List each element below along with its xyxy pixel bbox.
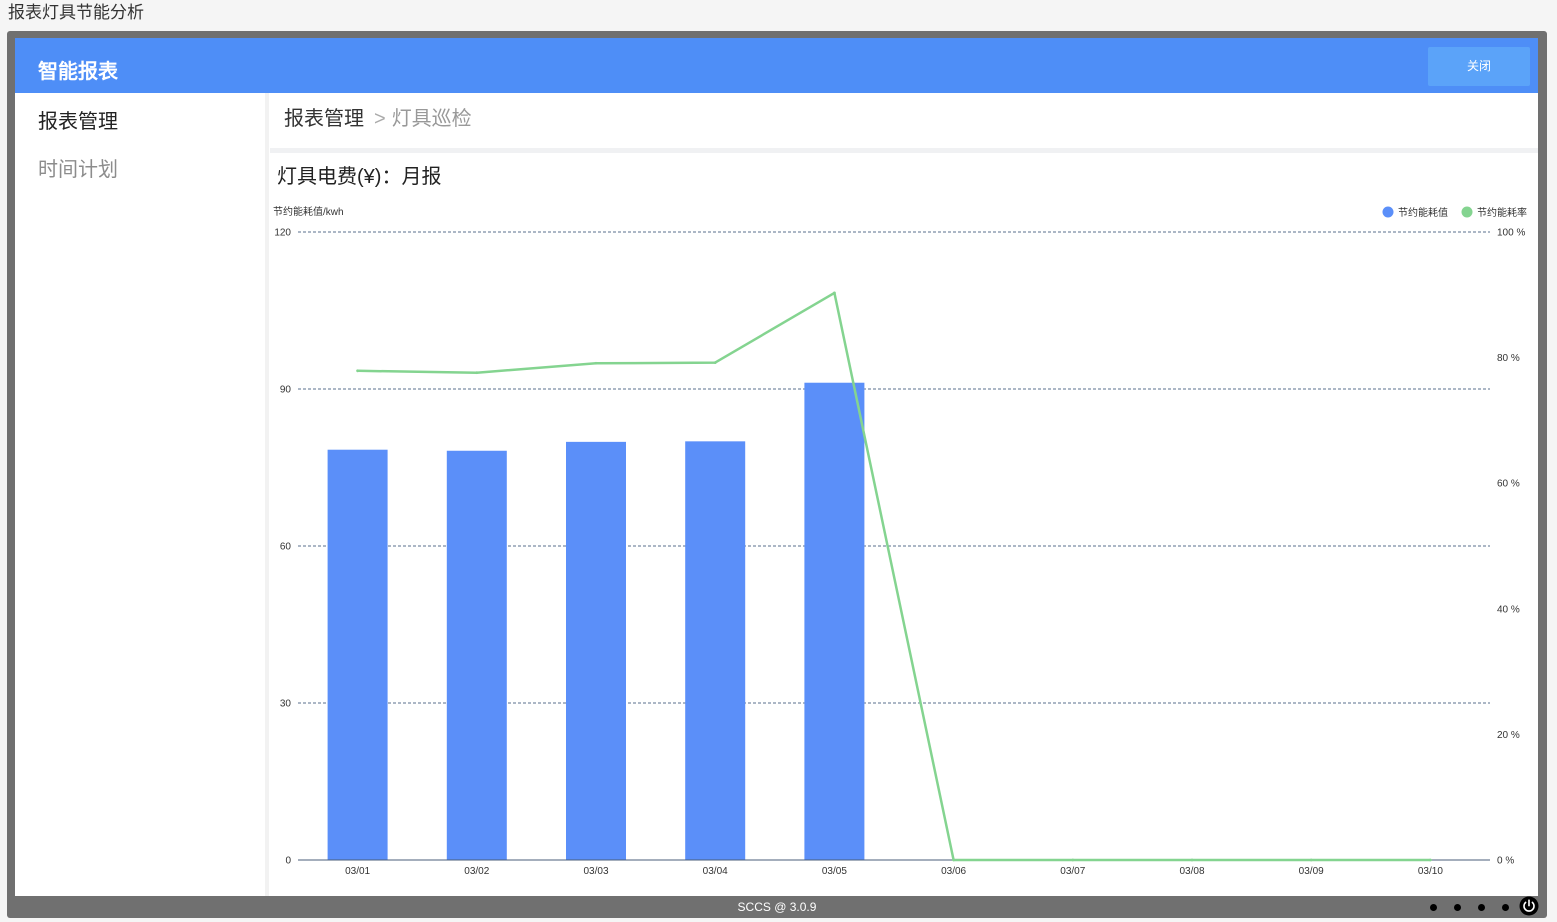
status-dot-icon [1453, 903, 1461, 911]
y-tick-label: 120 [274, 228, 291, 239]
page-title: 报表灯具节能分析 [8, 3, 144, 22]
x-tick-label: 03/04 [703, 866, 728, 877]
line-point [1309, 858, 1313, 862]
legend-marker [1382, 206, 1394, 218]
y-axis-title: 节约能耗值/kwh [273, 205, 344, 218]
line-point [475, 371, 479, 375]
window-header: 智能报表 关闭 [15, 38, 1538, 93]
y-tick-label: 30 [280, 699, 292, 710]
line-point [713, 361, 717, 365]
line-point [356, 369, 359, 373]
y2-tick-label: 0 % [1497, 856, 1514, 867]
legend-label: 节约能耗值 [1398, 206, 1448, 219]
breadcrumb: 报表管理 > 灯具巡检 [284, 105, 472, 133]
sidebar-divider [265, 93, 269, 896]
y2-tick-label: 80 % [1497, 353, 1520, 364]
power-icon[interactable] [1519, 896, 1539, 916]
legend-label: 节约能耗率 [1477, 206, 1527, 219]
close-button[interactable]: 关闭 [1428, 47, 1530, 86]
bar [566, 441, 626, 860]
x-tick-label: 03/05 [822, 866, 847, 877]
line-point [1071, 858, 1075, 862]
status-dot-icon [1501, 903, 1509, 911]
legend-marker [1461, 206, 1473, 218]
line-point [1190, 858, 1194, 862]
series-line [357, 291, 1431, 862]
sidebar-item-report-management[interactable]: 报表管理 [38, 108, 118, 136]
x-tick-label: 03/10 [1418, 866, 1443, 877]
breadcrumb-root[interactable]: 报表管理 [284, 108, 364, 130]
line-point [833, 291, 836, 295]
sidebar-item-time-schedule[interactable]: 时间计划 [38, 156, 118, 184]
bar [685, 441, 746, 860]
y-tick-label: 0 [285, 856, 291, 867]
x-tick-label: 03/09 [1299, 866, 1324, 877]
window-title: 智能报表 [38, 61, 118, 83]
bar [804, 382, 865, 860]
content-area: 报表管理 时间计划 报表管理 > 灯具巡检 灯具电费(¥)：月报 节约能耗值/kwh… [15, 93, 1538, 896]
breadcrumb-current: 灯具巡检 [391, 108, 472, 130]
chart-title: 灯具电费(¥)：月报 [277, 166, 442, 188]
bar [446, 450, 507, 860]
status-dot-icon [1477, 903, 1485, 911]
y2-tick-label: 100 % [1497, 228, 1525, 239]
x-tick-label: 03/08 [1179, 866, 1204, 877]
y2-tick-label: 40 % [1497, 604, 1520, 615]
energy-saving-chart: 节约能耗值/kwh 0 30 60 90 120 0 % 20 % 40 % 60 % 80 % 10… [273, 205, 1527, 877]
bar [327, 449, 388, 860]
status-dot-icon [1429, 903, 1437, 911]
line-point [594, 361, 598, 365]
y2-tick-label: 60 % [1497, 479, 1520, 490]
x-tick-label: 03/01 [345, 866, 370, 877]
footer-version: SCCS @ 3.0.9 [737, 900, 817, 914]
section-divider [270, 148, 1538, 153]
y2-tick-label: 20 % [1497, 730, 1520, 741]
x-tick-label: 03/06 [941, 866, 966, 877]
x-tick-label: 03/07 [1060, 866, 1085, 877]
line-point [952, 858, 955, 862]
x-tick-label: 03/02 [464, 866, 489, 877]
sidebar: 报表管理 时间计划 [15, 93, 265, 896]
x-tick-label: 03/03 [583, 866, 608, 877]
y-tick-label: 90 [280, 385, 292, 396]
line-point [1429, 858, 1432, 862]
breadcrumb-separator: > [374, 108, 386, 130]
y-tick-label: 60 [280, 542, 292, 553]
